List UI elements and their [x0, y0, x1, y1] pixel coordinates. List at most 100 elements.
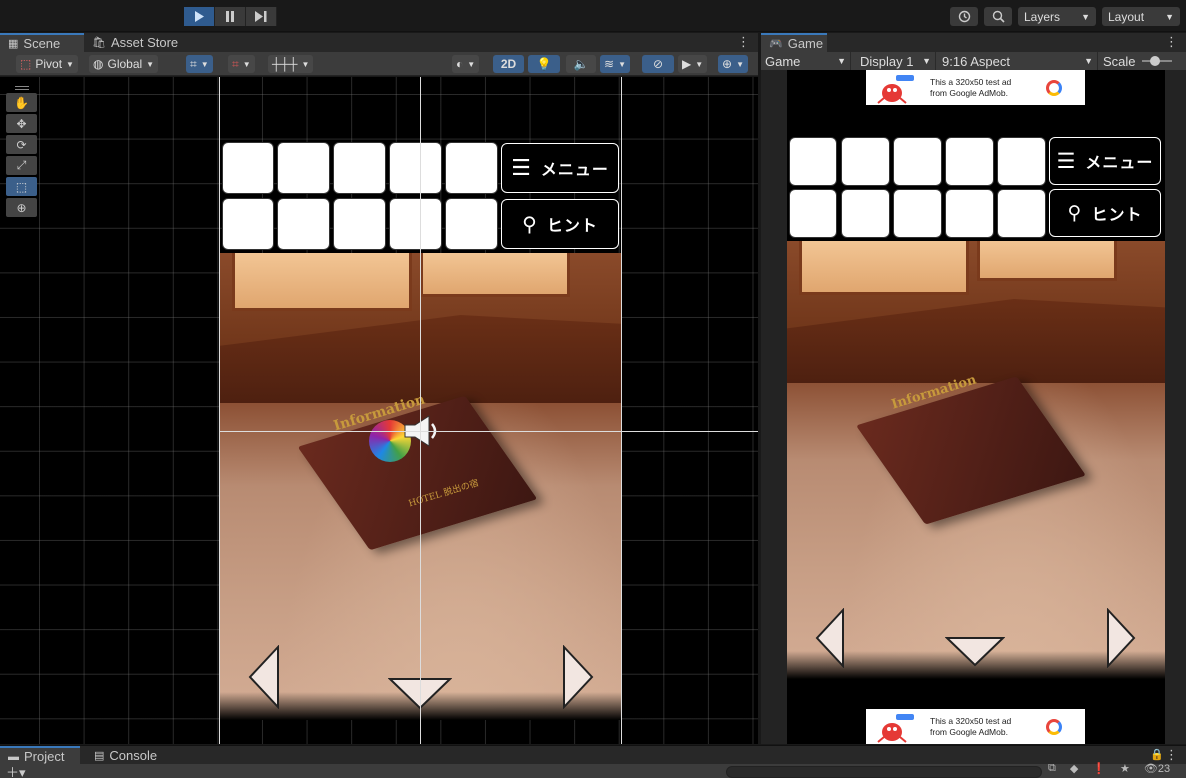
ad-line1: This a 320x50 test ad — [930, 715, 1012, 726]
inventory-slot[interactable] — [222, 198, 274, 250]
scale-slider-thumb[interactable] — [1149, 56, 1160, 66]
bottom-test-ad-banner[interactable]: This a 320x50 test ad from Google AdMob. — [866, 709, 1085, 744]
audio-toggle-button[interactable]: 🔈 — [566, 55, 596, 73]
inventory-slot[interactable] — [997, 189, 1046, 238]
rotate-tool-button[interactable]: ⟳ — [6, 135, 37, 154]
scale-slider[interactable] — [1141, 56, 1172, 66]
snap-increment-button[interactable]: ⌗ ▼ — [228, 55, 255, 73]
inventory-slot[interactable] — [389, 142, 442, 194]
2d-toggle-button[interactable]: 2D — [493, 55, 524, 73]
menu-button[interactable]: ☰ メニュー — [501, 143, 619, 193]
game-target-dropdown[interactable]: Game ▼ — [761, 52, 851, 70]
window — [977, 241, 1117, 281]
menu-label: メニュー — [540, 162, 609, 179]
pause-button[interactable] — [215, 7, 246, 26]
lighting-toggle-button[interactable]: 💡 — [528, 55, 560, 73]
filter-by-label-icon[interactable]: ◆ — [1070, 762, 1078, 775]
aspect-dropdown[interactable]: 9:16 Aspect ▼ — [938, 52, 1098, 70]
chevron-down-icon: ▼ — [467, 59, 476, 69]
effects-dropdown[interactable]: ≋ ▼ — [600, 55, 630, 73]
gizmos-dropdown[interactable]: ⊕ ▼ — [718, 55, 748, 73]
inventory-slot[interactable] — [333, 142, 386, 194]
right-arrow-button[interactable] — [561, 645, 595, 709]
lock-icon[interactable]: 🔒 — [1150, 748, 1164, 761]
inventory-slot[interactable] — [333, 198, 386, 250]
scene-viewport[interactable]: ☰ メニュー ⚲ ヒント Information HOTEL 脱出の宿 ✋ ✥ — [0, 77, 758, 744]
menu-button[interactable]: ☰ メニュー — [1049, 137, 1161, 185]
inventory-slot[interactable] — [893, 189, 942, 238]
undo-history-button[interactable] — [950, 7, 978, 26]
star-icon[interactable]: ★ — [1120, 762, 1130, 775]
layout-dropdown[interactable]: Layout ▼ — [1102, 7, 1180, 26]
hand-tool-button[interactable]: ✋ — [6, 93, 37, 112]
transform-tool-button[interactable]: ⊕ — [6, 198, 37, 217]
bag-icon: 🛍 — [92, 37, 106, 49]
scale-label: Scale — [1103, 53, 1136, 69]
hint-button[interactable]: ⚲ ヒント — [501, 199, 619, 249]
aspect-label: 9:16 Aspect — [942, 53, 1010, 69]
camera-icon: ▶ — [682, 57, 692, 71]
game-canvas[interactable]: This a 320x50 test ad from Google AdMob.… — [787, 70, 1165, 744]
tab-console[interactable]: ▤ Console — [86, 746, 165, 765]
left-arrow-button[interactable] — [814, 608, 846, 668]
hint-button[interactable]: ⚲ ヒント — [1049, 189, 1161, 237]
more-options-icon[interactable]: ⋮ — [1165, 34, 1178, 50]
layers-dropdown[interactable]: Layers ▼ — [1018, 7, 1096, 26]
tab-asset-store[interactable]: 🛍 Asset Store — [84, 33, 186, 52]
add-asset-button[interactable]: ＋▾ — [6, 762, 26, 778]
inventory-slot[interactable] — [945, 137, 994, 186]
tab-scene[interactable]: ▦ Scene — [0, 33, 84, 52]
inventory-slot[interactable] — [445, 198, 498, 250]
inventory-slot[interactable] — [997, 137, 1046, 186]
visibility-count[interactable]: 👁23 — [1144, 762, 1170, 775]
main-toolbar: Layers ▼ Layout ▼ — [0, 0, 1186, 32]
scale-tool-button[interactable]: ⤢ — [6, 156, 37, 175]
magnifier-icon: ⚲ — [1067, 202, 1082, 224]
display-dropdown[interactable]: Display 1 ▼ — [856, 52, 936, 70]
ad-line1: This a 320x50 test ad — [930, 76, 1012, 87]
right-arrow-button[interactable] — [1105, 608, 1137, 668]
hint-label: ヒント — [546, 218, 598, 235]
pivot-dropdown[interactable]: ⬚ Pivot ▼ — [16, 55, 78, 73]
inventory-slot[interactable] — [945, 189, 994, 238]
play-button[interactable] — [184, 7, 215, 26]
camera-dropdown[interactable]: ▶ ▼ — [678, 55, 708, 73]
search-button[interactable] — [984, 7, 1012, 26]
inventory-slot[interactable] — [841, 137, 890, 186]
inventory-slot[interactable] — [789, 137, 837, 186]
error-icon[interactable]: ❗ — [1092, 762, 1106, 775]
down-arrow-button[interactable] — [945, 636, 1005, 668]
transform-icon: ⊕ — [16, 200, 27, 215]
scale-control: Scale — [1103, 52, 1172, 70]
inventory-slot[interactable] — [893, 137, 942, 186]
tab-label: Asset Store — [110, 35, 179, 50]
ruler-button[interactable]: ┼┼┼ ▼ — [268, 55, 314, 73]
filter-by-type-icon[interactable]: ⧉ — [1048, 762, 1056, 775]
grid-snap-button[interactable]: ⌗ ▼ — [186, 55, 213, 73]
step-button[interactable] — [246, 7, 277, 26]
more-options-icon[interactable]: ⋮ — [737, 34, 750, 50]
inventory-slot[interactable] — [277, 142, 330, 194]
inventory-slot[interactable] — [789, 189, 837, 238]
global-dropdown[interactable]: ◍ Global ▼ — [89, 55, 159, 73]
filter-icons: ⧉ ◆ ❗ ★ 👁23 — [1048, 762, 1170, 775]
inventory-slot[interactable] — [445, 142, 498, 194]
inventory-slot[interactable] — [841, 189, 890, 238]
window — [232, 253, 412, 311]
rect-tool-button[interactable]: ⬚ — [6, 177, 37, 196]
scene-visibility-button[interactable]: ⊘ — [642, 55, 674, 73]
more-options-icon[interactable]: ⋮ — [1165, 747, 1178, 763]
drag-handle-icon[interactable] — [6, 85, 37, 91]
inventory-slot[interactable] — [222, 142, 274, 194]
inventory-slot[interactable] — [389, 198, 442, 250]
eye-slash-icon: ⊘ — [652, 57, 664, 71]
inventory-slot[interactable] — [277, 198, 330, 250]
shading-dropdown[interactable]: ◐ ▼ — [452, 55, 480, 73]
tab-game[interactable]: 🎮 Game — [761, 33, 827, 52]
chevron-down-icon: ▼ — [66, 59, 74, 69]
scene-tab-bar: ▦ Scene 🛍 Asset Store ⋮ — [0, 33, 758, 52]
project-search-input[interactable] — [726, 766, 1042, 778]
left-arrow-button[interactable] — [247, 645, 281, 709]
top-test-ad-banner[interactable]: This a 320x50 test ad from Google AdMob. — [866, 70, 1085, 105]
move-tool-button[interactable]: ✥ — [6, 114, 37, 133]
